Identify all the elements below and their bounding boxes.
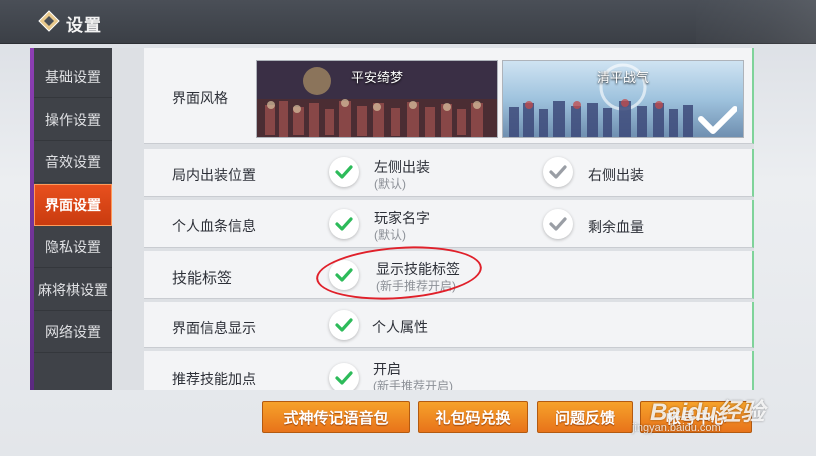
hp-left-checkbox[interactable]	[329, 209, 359, 239]
skill-points-checkbox[interactable]	[329, 363, 359, 390]
row-equip-position: 局内出装位置 左侧出装 (默认) 右侧出装	[144, 149, 754, 197]
sidebar-item-controls[interactable]: 操作设置	[34, 99, 112, 141]
equip-right-label: 右侧出装	[588, 167, 644, 183]
hp-right-label: 剩余血量	[588, 219, 644, 235]
hp-left-label: 玩家名字	[374, 210, 430, 226]
header-decoration	[696, 0, 816, 44]
check-green-icon	[335, 217, 353, 231]
row-ui-info: 界面信息显示 个人属性	[144, 302, 754, 348]
equip-left-label: 左侧出装	[374, 159, 430, 175]
equip-left-sublabel: (默认)	[374, 177, 406, 191]
row-skill-points: 推荐技能加点 开启 (新手推荐开启)	[144, 351, 754, 390]
page-title: 设置	[66, 16, 102, 35]
voice-pack-button[interactable]: 式神传记语音包	[262, 401, 410, 433]
sidebar-item-privacy[interactable]: 隐私设置	[34, 226, 112, 268]
row-interface-style: 界面风格 平安绮梦 清平战气	[144, 48, 754, 144]
ui-info-checkbox[interactable]	[329, 310, 359, 340]
row-label: 个人血条信息	[172, 218, 256, 234]
check-grey-icon	[549, 165, 567, 179]
equip-left-checkbox[interactable]	[329, 157, 359, 187]
style-option-title: 平安绮梦	[350, 71, 403, 86]
style-option-pingan[interactable]: 平安绮梦	[256, 60, 498, 138]
row-label: 推荐技能加点	[172, 371, 256, 387]
row-label: 局内出装位置	[172, 167, 256, 183]
gift-code-button[interactable]: 礼包码兑换	[418, 401, 528, 433]
sidebar-item-sound[interactable]: 音效设置	[34, 141, 112, 183]
row-label: 界面风格	[172, 90, 228, 106]
settings-sidebar: 基础设置 操作设置 音效设置 界面设置 隐私设置 麻将棋设置 网络设置	[30, 48, 112, 390]
settings-panel: 界面风格 平安绮梦 清平战气 局内出装位置 左侧出装 (默认) 右侧出装 个人血…	[112, 48, 754, 390]
sidebar-item-basic[interactable]: 基础设置	[34, 56, 112, 98]
check-green-icon	[335, 165, 353, 179]
sidebar-item-network[interactable]: 网络设置	[34, 311, 112, 353]
ui-info-label: 个人属性	[372, 319, 428, 335]
baidu-watermark-url: jingyan.baidu.com	[632, 422, 721, 434]
hp-left-sublabel: (默认)	[374, 228, 406, 242]
equip-right-checkbox[interactable]	[543, 157, 573, 187]
top-bar: 设置	[0, 0, 816, 44]
skill-points-label: 开启	[373, 361, 401, 377]
check-grey-icon	[549, 217, 567, 231]
check-green-icon	[335, 318, 353, 332]
hp-right-checkbox[interactable]	[543, 209, 573, 239]
sidebar-item-interface[interactable]: 界面设置	[34, 184, 112, 226]
skill-points-sublabel: (新手推荐开启)	[373, 379, 453, 390]
feedback-button[interactable]: 问题反馈	[537, 401, 633, 433]
row-label: 技能标签	[172, 270, 233, 287]
check-green-icon	[335, 371, 353, 385]
style-option-qingping[interactable]: 清平战气	[502, 60, 744, 138]
style-option-title: 清平战气	[596, 71, 649, 86]
settings-diamond-icon[interactable]	[38, 10, 60, 32]
sidebar-item-mahjong-chess[interactable]: 麻将棋设置	[34, 269, 112, 311]
selected-check-icon	[698, 106, 737, 134]
row-label: 界面信息显示	[172, 320, 256, 336]
row-hp-bar: 个人血条信息 玩家名字 (默认) 剩余血量	[144, 200, 754, 248]
